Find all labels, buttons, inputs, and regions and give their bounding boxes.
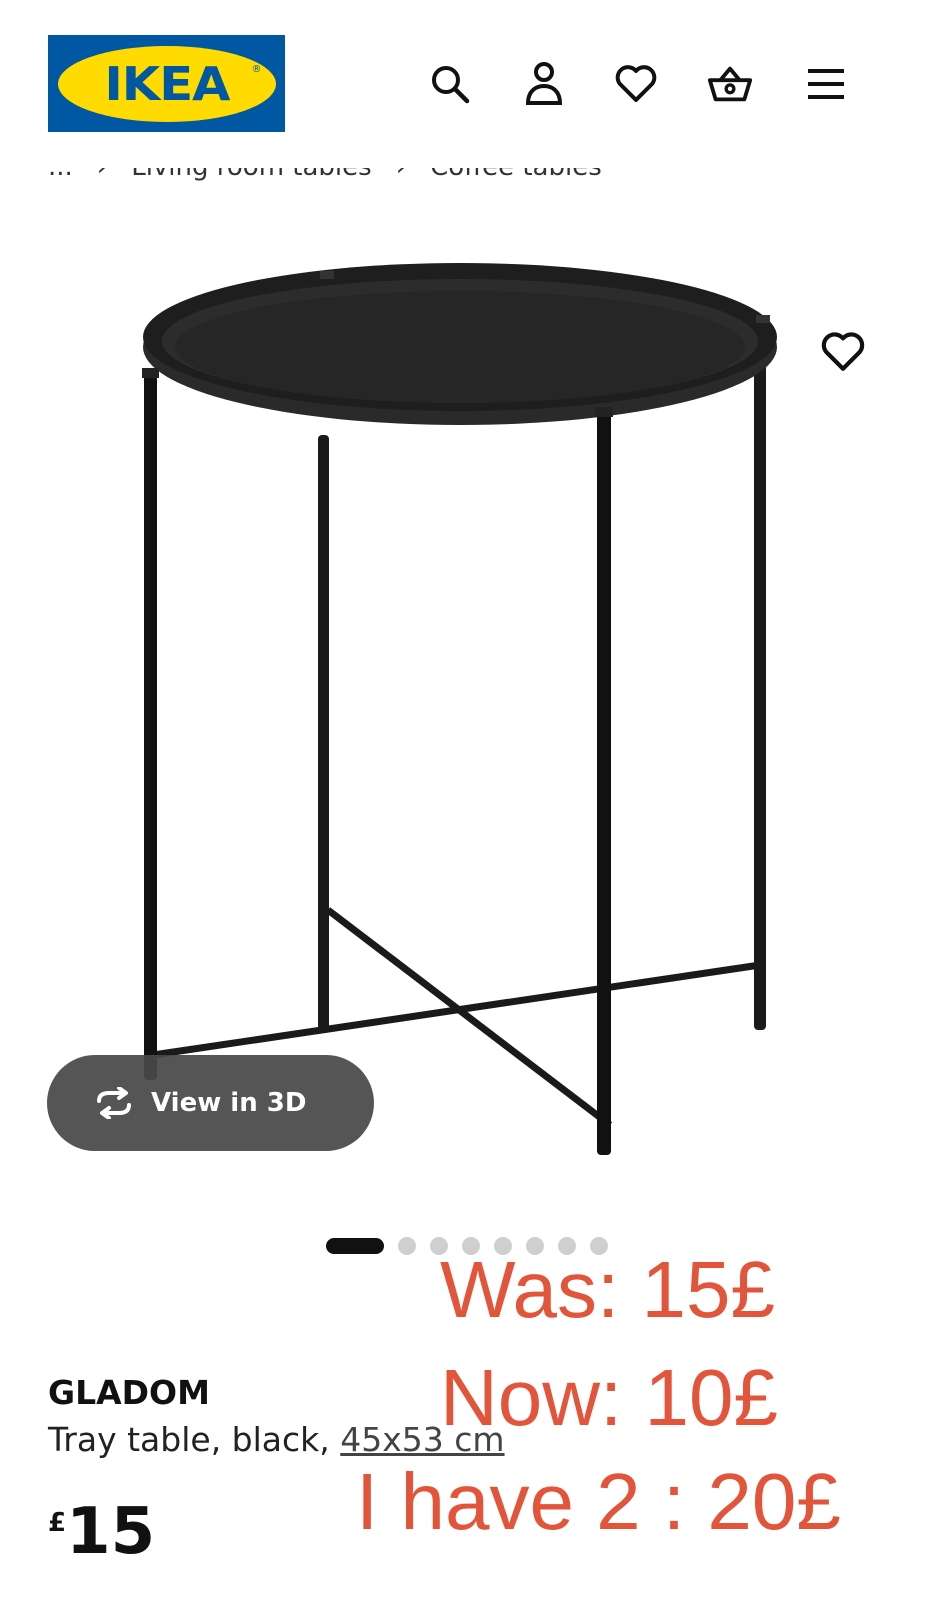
profile-icon[interactable] <box>520 60 568 108</box>
product-image[interactable] <box>120 255 820 1195</box>
price-value: 15 <box>66 1495 156 1569</box>
menu-icon[interactable] <box>802 60 850 108</box>
basket-icon[interactable] <box>706 60 754 108</box>
breadcrumb-ellipsis[interactable]: ... <box>48 168 73 182</box>
product-name: GLADOM <box>48 1373 210 1412</box>
heart-icon <box>821 332 865 371</box>
breadcrumb: ... › Living room tables › Coffee tables <box>48 168 688 192</box>
logo-oval: IKEA ® <box>57 45 276 122</box>
product-description-text: Tray table, black, <box>48 1420 330 1459</box>
search-icon[interactable] <box>426 60 474 108</box>
annotation-now-price: Now: 10£ <box>440 1353 778 1442</box>
wishlist-icon[interactable] <box>612 60 660 108</box>
price-currency: £ <box>48 1508 67 1538</box>
chevron-right-icon: › <box>97 168 107 182</box>
rotate-3d-icon <box>97 1087 131 1119</box>
annotation-was-price: Was: 15£ <box>440 1245 775 1334</box>
logo-text: IKEA <box>103 56 230 111</box>
carousel-dot[interactable] <box>398 1237 416 1255</box>
ikea-logo[interactable]: IKEA ® <box>48 35 285 132</box>
product-description: Tray table, black, 45x53 cm <box>48 1420 505 1459</box>
view-in-3d-button[interactable]: View in 3D <box>47 1055 374 1151</box>
save-to-wishlist-button[interactable] <box>820 330 866 376</box>
product-price: £ 15 <box>48 1500 155 1564</box>
breadcrumb-item-living-room-tables[interactable]: Living room tables <box>131 168 372 182</box>
carousel-dot-active[interactable] <box>326 1238 384 1254</box>
view-in-3d-label: View in 3D <box>151 1088 307 1118</box>
chevron-right-icon: › <box>396 168 406 182</box>
annotation-quantity-offer: I have 2 : 20£ <box>356 1457 841 1546</box>
registered-mark: ® <box>251 63 262 75</box>
breadcrumb-item-coffee-tables[interactable]: Coffee tables <box>430 168 602 182</box>
